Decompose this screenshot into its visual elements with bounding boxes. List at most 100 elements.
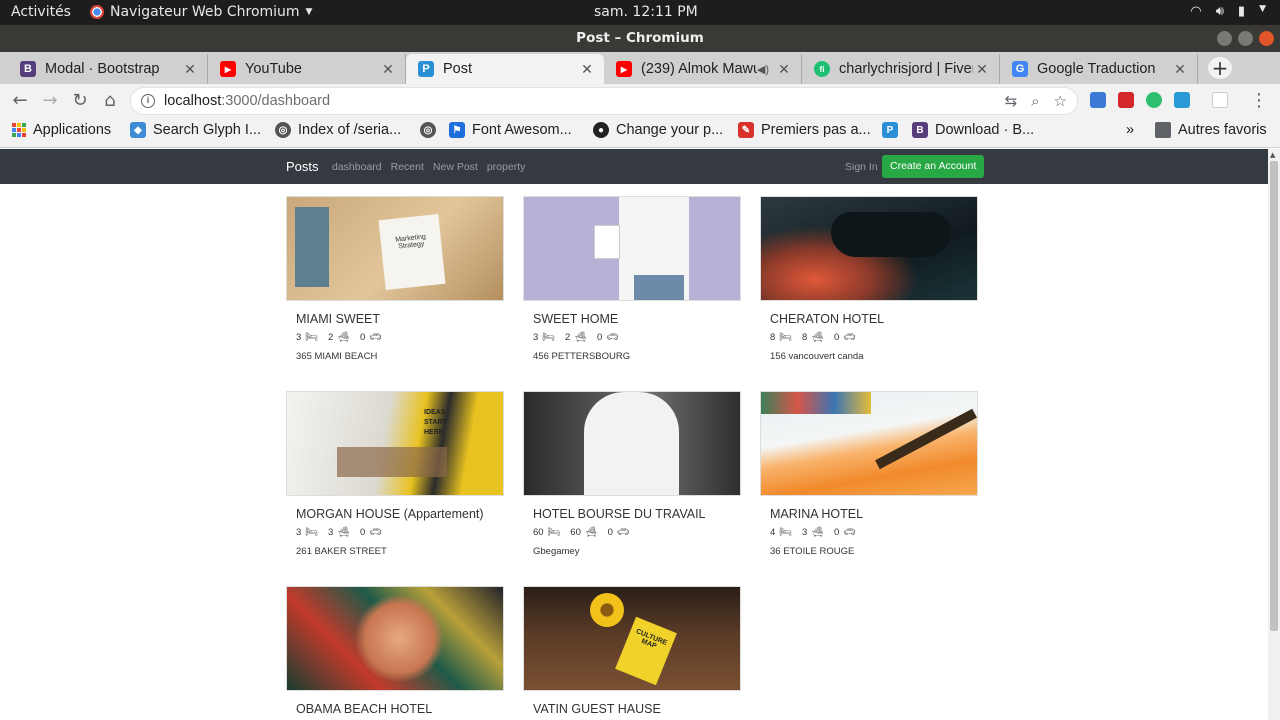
post-title[interactable]: HOTEL BOURSE DU TRAVAIL (533, 507, 741, 521)
post-image[interactable] (523, 196, 741, 301)
home-button[interactable]: ⌂ (99, 90, 121, 112)
bootstrap-icon: B (20, 61, 36, 77)
close-icon[interactable]: ✕ (973, 61, 991, 78)
post-card[interactable]: MARINA HOTEL 4 🛏︎ 3 🛁︎ 0 🚗︎ 36 ETOILE ROUGE (760, 391, 978, 557)
bookmark-download-bootstrap[interactable]: B Download · B... (912, 122, 1034, 138)
new-tab-button[interactable]: + (1208, 57, 1232, 79)
page-scrollbar[interactable]: ▲ (1268, 149, 1280, 720)
post-title[interactable]: MORGAN HOUSE (Appartement) (296, 507, 504, 521)
close-window-button[interactable] (1259, 31, 1274, 46)
bookmark-font-awesome[interactable]: ⚑ Font Awesom... (449, 122, 572, 138)
bookmark-search-glyph[interactable]: ◆ Search Glyph I... (130, 122, 261, 138)
post-title[interactable]: CHERATON HOTEL (770, 312, 978, 326)
app-menu[interactable]: Navigateur Web Chromium ▼ (90, 4, 312, 20)
post-title[interactable]: SWEET HOME (533, 312, 741, 326)
speaker-icon[interactable]: ◀) (757, 63, 769, 76)
clock[interactable]: sam. 12:11 PM (594, 4, 698, 20)
extension-icon[interactable] (1212, 92, 1228, 108)
post-card[interactable]: IDEAS START HERE MORGAN HOUSE (Apparteme… (286, 391, 504, 557)
bath-icon: 🛁︎ (337, 527, 350, 538)
close-icon[interactable]: ✕ (775, 61, 793, 78)
tab-post[interactable]: P Post ✕ (406, 54, 604, 84)
navbar-brand[interactable]: Posts (286, 159, 319, 174)
back-button[interactable]: ← (9, 90, 31, 112)
tab-almok-mawu[interactable]: ▶ (239) Almok Mawu ◀) ✕ (604, 54, 802, 84)
tab-modal-bootstrap[interactable]: B Modal · Bootstrap ✕ (8, 54, 208, 84)
create-account-button[interactable]: Create an Account (882, 155, 985, 178)
post-address: 36 ETOILE ROUGE (770, 546, 855, 557)
post-image[interactable] (760, 391, 978, 496)
bookmark-index-of[interactable]: ◎ Index of /seria... (275, 122, 401, 138)
tab-google-traduction[interactable]: G Google Traduction ✕ (1000, 54, 1198, 84)
bookmark-globe[interactable]: ◎ (420, 122, 436, 138)
close-icon[interactable]: ✕ (578, 61, 596, 78)
post-title[interactable]: MIAMI SWEET (296, 312, 504, 326)
baths-count: 3 (802, 527, 808, 538)
nav-link-recent[interactable]: Recent (391, 161, 424, 173)
post-card[interactable]: CULTURE MAP VATIN GUEST HAUSE (523, 586, 741, 716)
baths-count: 8 (802, 332, 808, 343)
menu-icon[interactable]: ⋮ (1248, 90, 1270, 112)
post-card[interactable]: Marketing Strategy MIAMI SWEET 3 🛏︎ 2 🛁︎ 0… (286, 196, 504, 362)
post-image[interactable] (760, 196, 978, 301)
bed-icon: 🛏︎ (305, 332, 318, 343)
post-card[interactable]: SWEET HOME 3 🛏︎ 2 🛁︎ 0 🚗︎ 456 PETTERSBOURG (523, 196, 741, 362)
translate-icon[interactable]: ⇆ (1005, 92, 1018, 110)
info-icon[interactable]: i (141, 94, 155, 108)
jeans (634, 275, 684, 300)
post-image[interactable] (523, 391, 741, 496)
post-image[interactable]: IDEAS START HERE (286, 391, 504, 496)
youtube-icon: ▶ (220, 61, 236, 77)
maximize-button[interactable] (1238, 31, 1253, 46)
url-text: localhost:3000/dashboard (164, 93, 330, 109)
book (295, 207, 329, 287)
extensions (1090, 92, 1228, 108)
extension-icon[interactable] (1174, 92, 1190, 108)
bookmarks-overflow-button[interactable]: » (1126, 122, 1134, 138)
post-image[interactable]: Marketing Strategy (286, 196, 504, 301)
extension-icon[interactable] (1090, 92, 1106, 108)
minimize-button[interactable] (1217, 31, 1232, 46)
bookmark-applications[interactable]: Applications (12, 122, 111, 138)
pdf-extension-icon[interactable] (1118, 92, 1134, 108)
tab-fiverr[interactable]: fi charlychrisjord | Fiverr ✕ (802, 54, 1000, 84)
zoom-icon[interactable]: ⌕ (1031, 92, 1039, 110)
bookmark-premiers-pas[interactable]: ✎ Premiers pas a... (738, 122, 871, 138)
post-card[interactable]: OBAMA BEACH HOTEL (286, 586, 504, 716)
address-bar[interactable]: i localhost:3000/dashboard ⇆ ⌕ ☆ (130, 87, 1078, 115)
reload-button[interactable]: ↻ (69, 90, 91, 112)
google-translate-icon: G (1012, 61, 1028, 77)
post-card[interactable]: CHERATON HOTEL 8 🛏︎ 8 🛁︎ 0 🚗︎ 156 vancouver… (760, 196, 978, 362)
scroll-up-icon[interactable]: ▲ (1270, 151, 1275, 159)
close-icon[interactable]: ✕ (1171, 61, 1189, 78)
post-features: 60 🛏︎ 60 🛁︎ 0 🚗︎ (533, 527, 741, 538)
star-icon[interactable]: ☆ (1054, 92, 1067, 110)
bookmark-post[interactable]: P (882, 122, 898, 138)
scrollbar-thumb[interactable] (1270, 161, 1278, 631)
tab-label: (239) Almok Mawu (641, 61, 757, 77)
browser-toolbar: ← → ↻ ⌂ i localhost:3000/dashboard ⇆ ⌕ ☆… (0, 84, 1280, 118)
close-icon[interactable]: ✕ (181, 61, 199, 78)
post-image[interactable]: CULTURE MAP (523, 586, 741, 691)
bookmark-change-your-p[interactable]: ● Change your p... (593, 122, 723, 138)
nav-link-new-post[interactable]: New Post (433, 161, 478, 173)
post-title[interactable]: OBAMA BEACH HOTEL (296, 702, 504, 716)
post-title[interactable]: MARINA HOTEL (770, 507, 978, 521)
nav-link-property[interactable]: property (487, 161, 526, 173)
post-image[interactable] (286, 586, 504, 691)
nav-link-dashboard[interactable]: dashboard (332, 161, 382, 173)
system-tray[interactable]: ◠ 🔊︎ ▮ ▼ (1190, 4, 1266, 19)
close-icon[interactable]: ✕ (379, 61, 397, 78)
forward-button[interactable]: → (39, 90, 61, 112)
post-card[interactable]: HOTEL BOURSE DU TRAVAIL 60 🛏︎ 60 🛁︎ 0 🚗︎ Gb… (523, 391, 741, 557)
grammarly-icon[interactable] (1146, 92, 1162, 108)
tab-youtube[interactable]: ▶ YouTube ✕ (208, 54, 406, 84)
tab-strip: B Modal · Bootstrap ✕ ▶ YouTube ✕ P Post… (0, 52, 1280, 84)
post-features: 3 🛏︎ 3 🛁︎ 0 🚗︎ (296, 527, 504, 538)
other-bookmarks-folder[interactable]: Autres favoris (1155, 122, 1267, 138)
folder-icon (1155, 122, 1171, 138)
activities-button[interactable]: Activités (11, 4, 71, 20)
sign-in-link[interactable]: Sign In (845, 161, 878, 173)
bookmark-label: Font Awesom... (472, 122, 572, 138)
post-title[interactable]: VATIN GUEST HAUSE (533, 702, 741, 716)
